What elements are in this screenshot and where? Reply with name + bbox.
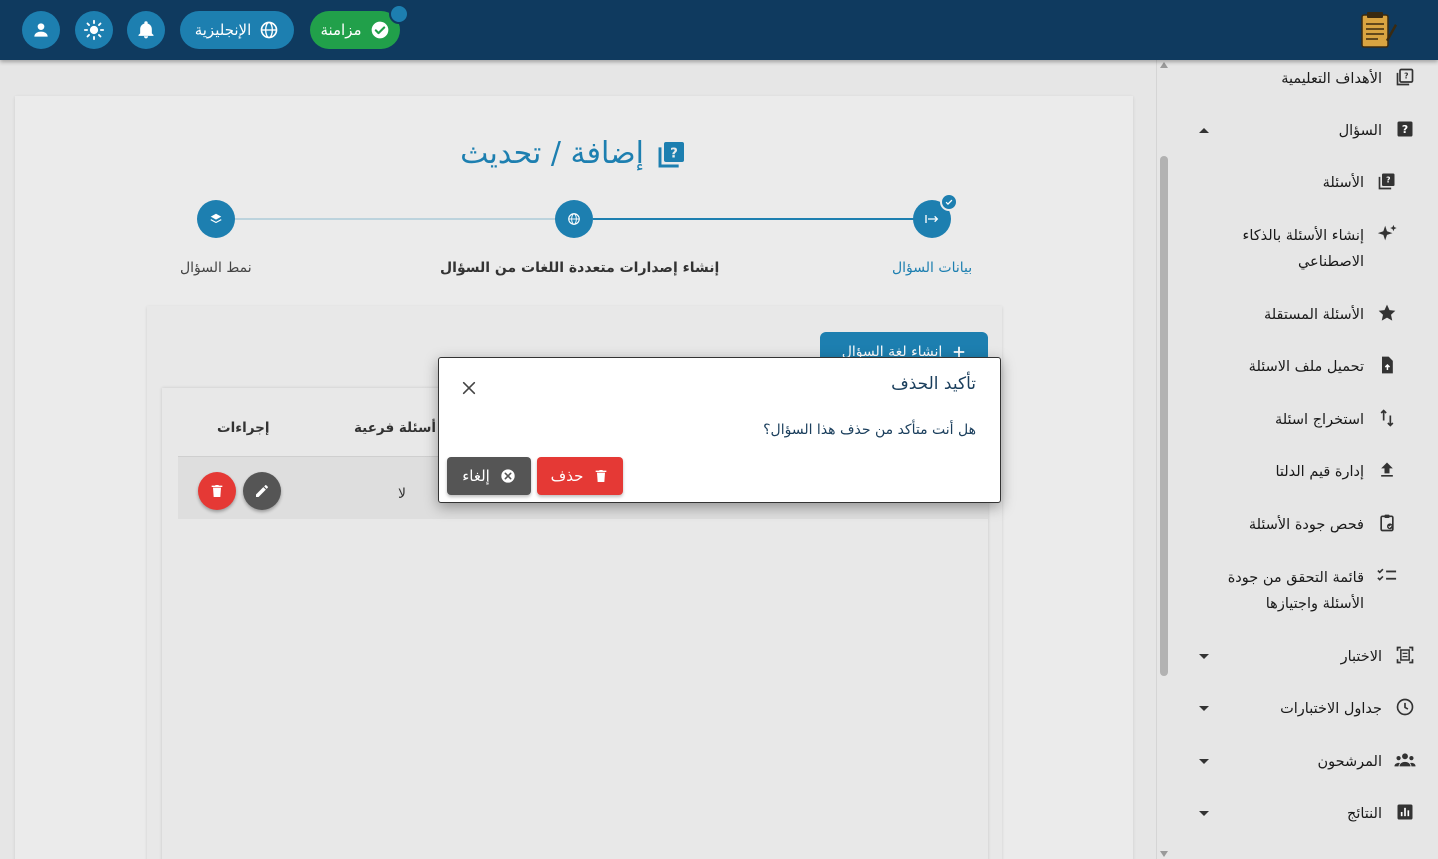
sidebar-item-label: الأسئلة المستقلة <box>1263 307 1364 323</box>
sync-label: مزامنة <box>320 21 362 39</box>
profile-button[interactable] <box>22 11 60 49</box>
user-icon <box>34 23 48 37</box>
swap-vert-icon <box>1376 407 1398 429</box>
expand-caret-icon[interactable] <box>1199 811 1209 816</box>
scroll-up-icon[interactable] <box>1160 62 1168 68</box>
sparkle-icon <box>1376 223 1398 245</box>
scroll-down-icon[interactable] <box>1160 851 1168 857</box>
language-button[interactable]: الإنجليزية <box>180 11 294 49</box>
svg-text:?: ? <box>1386 176 1390 185</box>
sidebar-item-exam[interactable]: الاختبار <box>1341 644 1416 670</box>
sidebar-item-label: جداول الاختبارات <box>1280 701 1382 717</box>
sidebar-scrollbar[interactable] <box>1157 60 1171 859</box>
sidebar-item-extract-questions[interactable]: استخراج اسئلة <box>1275 407 1398 433</box>
sidebar-item-quality-check[interactable]: فحص جودة الأسئلة <box>1249 512 1398 538</box>
app-logo[interactable] <box>1356 10 1398 50</box>
expand-caret-icon[interactable] <box>1199 654 1209 659</box>
sidebar-item-delta-values[interactable]: إدارة قيم الدلتا <box>1275 459 1398 485</box>
sidebar-item-label: الأهداف التعليمية <box>1281 71 1382 87</box>
collapse-caret-icon[interactable] <box>1199 128 1209 133</box>
sidebar-item-upload-file[interactable]: تحميل ملف الاسئلة <box>1249 354 1398 380</box>
sidebar-item-questions[interactable]: ? الأسئلة <box>1323 170 1398 196</box>
sidebar-item-label: النتائج <box>1346 806 1382 822</box>
cancel-label: إلغاء <box>462 467 490 485</box>
sidebar-item-quality-checklist[interactable]: قائمة التحقق من جودة الأسئلة واجتيازها <box>1214 565 1398 617</box>
check-circle-icon <box>371 21 388 39</box>
delete-label: حذف <box>550 467 584 485</box>
trash-icon <box>596 470 607 482</box>
clipboard-check-icon <box>1376 512 1398 534</box>
scroll-thumb[interactable] <box>1160 156 1168 676</box>
dialog-title: تأكيد الحذف <box>891 374 976 394</box>
sidebar-item-label: الاختبار <box>1340 649 1382 665</box>
clock-icon <box>1394 696 1416 718</box>
people-icon <box>1394 749 1416 771</box>
expand-caret-icon[interactable] <box>1199 759 1209 764</box>
sidebar: ? الأهداف التعليمية ? السؤال ? الأسئلة إ… <box>1156 60 1438 859</box>
language-label: الإنجليزية <box>194 21 252 39</box>
top-bar: الإنجليزية مزامنة <box>0 0 1438 60</box>
bar-chart-icon <box>1394 801 1416 823</box>
sidebar-item-results[interactable]: النتائج <box>1347 801 1416 827</box>
globe-icon <box>260 21 278 39</box>
confirm-delete-dialog: تأكيد الحذف هل أنت متأكد من حذف هذا السؤ… <box>438 357 1001 503</box>
sidebar-item-ai-questions[interactable]: إنشاء الأسئلة بالذكاء الاصطناعي <box>1214 223 1398 275</box>
svg-text:?: ? <box>1404 72 1408 81</box>
sidebar-item-label: قائمة التحقق من جودة الأسئلة واجتيازها <box>1227 570 1364 612</box>
sidebar-item-question[interactable]: ? السؤال <box>1339 118 1416 144</box>
sidebar-item-objectives[interactable]: ? الأهداف التعليمية <box>1281 66 1416 92</box>
sidebar-item-standalone-questions[interactable]: الأسئلة المستقلة <box>1264 302 1398 328</box>
notifications-button[interactable] <box>127 11 165 49</box>
objectives-icon: ? <box>1394 66 1416 88</box>
sidebar-item-exam-schedules[interactable]: جداول الاختبارات <box>1280 696 1416 722</box>
sidebar-item-label: السؤال <box>1338 123 1382 139</box>
upload-icon <box>1376 459 1398 481</box>
sidebar-item-label: استخراج اسئلة <box>1274 412 1364 428</box>
sidebar-item-label: تحميل ملف الاسئلة <box>1248 359 1364 375</box>
close-dialog-button[interactable] <box>459 378 479 398</box>
sun-icon <box>83 19 105 41</box>
bell-icon <box>138 21 154 39</box>
theme-toggle-button[interactable] <box>75 11 113 49</box>
expand-caret-icon[interactable] <box>1199 706 1209 711</box>
sidebar-item-label: إدارة قيم الدلتا <box>1275 464 1364 480</box>
sidebar-item-label: المرشحون <box>1317 754 1382 770</box>
close-icon <box>462 381 476 395</box>
star-icon <box>1376 302 1398 324</box>
sync-button[interactable]: مزامنة <box>310 11 400 49</box>
confirm-delete-button[interactable]: حذف <box>537 457 623 495</box>
exam-icon <box>1394 644 1416 666</box>
sidebar-item-candidates[interactable]: المرشحون <box>1318 749 1416 775</box>
file-upload-icon <box>1376 354 1398 376</box>
dialog-message: هل أنت متأكد من حذف هذا السؤال؟ <box>763 422 976 438</box>
sidebar-item-label: إنشاء الأسئلة بالذكاء الاصطناعي <box>1242 228 1364 270</box>
cancel-button[interactable]: إلغاء <box>447 457 531 495</box>
sidebar-item-label: فحص جودة الأسئلة <box>1248 517 1364 533</box>
svg-text:?: ? <box>1402 123 1408 136</box>
question-icon: ? <box>1394 118 1416 140</box>
sidebar-item-label: الأسئلة <box>1322 175 1364 191</box>
questions-icon: ? <box>1376 170 1398 192</box>
cancel-circle-icon <box>501 469 515 483</box>
sync-status-dot <box>389 4 409 24</box>
exam-logo-icon <box>1361 12 1397 48</box>
checklist-icon <box>1376 565 1398 587</box>
